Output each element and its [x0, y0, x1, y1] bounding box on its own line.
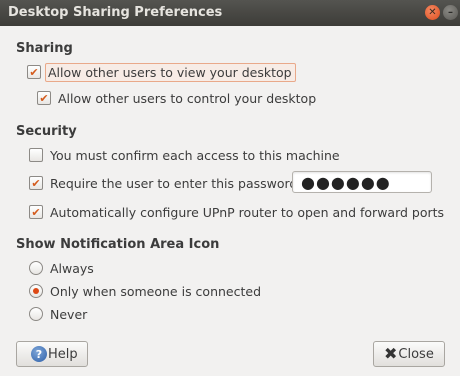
allow-view-checkbox[interactable]: ✔: [27, 65, 41, 79]
minimize-icon: –: [448, 6, 453, 18]
allow-view-label[interactable]: Allow other users to view your desktop: [45, 62, 296, 82]
notification-heading: Show Notification Area Icon: [16, 237, 220, 252]
allow-control-option[interactable]: ✔ Allow other users to control your desk…: [37, 88, 316, 108]
allow-view-option[interactable]: ✔ Allow other users to view your desktop: [27, 62, 296, 82]
radio-always-option[interactable]: Always: [29, 258, 94, 278]
confirm-access-label[interactable]: You must confirm each access to this mac…: [50, 148, 340, 163]
title-bar[interactable]: Desktop Sharing Preferences ✕ –: [0, 0, 460, 26]
radio-never-label[interactable]: Never: [50, 307, 87, 322]
close-button-label: Close: [398, 346, 434, 362]
close-button[interactable]: ✖ Close: [373, 341, 445, 367]
preferences-window: Desktop Sharing Preferences ✕ – Sharing …: [0, 0, 460, 376]
window-title: Desktop Sharing Preferences: [8, 5, 223, 20]
allow-control-checkbox[interactable]: ✔: [37, 91, 51, 105]
help-icon: ?: [31, 346, 47, 362]
close-window-button[interactable]: ✕: [425, 5, 440, 20]
close-icon: ✕: [428, 6, 437, 18]
upnp-label[interactable]: Automatically configure UPnP router to o…: [50, 205, 444, 220]
radio-selected-dot: [33, 288, 39, 294]
radio-always[interactable]: [29, 261, 43, 275]
minimize-window-button[interactable]: –: [443, 5, 458, 20]
help-button-label: Help: [48, 346, 78, 362]
security-heading: Security: [16, 124, 77, 139]
help-button[interactable]: ? Help: [16, 341, 88, 367]
radio-always-label[interactable]: Always: [50, 261, 94, 276]
confirm-access-option[interactable]: You must confirm each access to this mac…: [29, 145, 340, 165]
upnp-checkbox[interactable]: ✔: [29, 205, 43, 219]
radio-connected[interactable]: [29, 284, 43, 298]
radio-connected-label[interactable]: Only when someone is connected: [50, 284, 261, 299]
radio-never-option[interactable]: Never: [29, 304, 87, 324]
sharing-heading: Sharing: [16, 41, 73, 56]
require-password-checkbox[interactable]: ✔: [29, 176, 43, 190]
radio-connected-option[interactable]: Only when someone is connected: [29, 281, 261, 301]
allow-control-label[interactable]: Allow other users to control your deskto…: [58, 91, 316, 106]
password-input[interactable]: ●●●●●●: [292, 171, 432, 193]
require-password-option[interactable]: ✔ Require the user to enter this passwor…: [29, 173, 302, 193]
confirm-access-checkbox[interactable]: [29, 148, 43, 162]
require-password-label[interactable]: Require the user to enter this password:: [50, 176, 302, 191]
close-icon: ✖: [384, 344, 398, 363]
radio-never[interactable]: [29, 307, 43, 321]
upnp-option[interactable]: ✔ Automatically configure UPnP router to…: [29, 202, 444, 222]
